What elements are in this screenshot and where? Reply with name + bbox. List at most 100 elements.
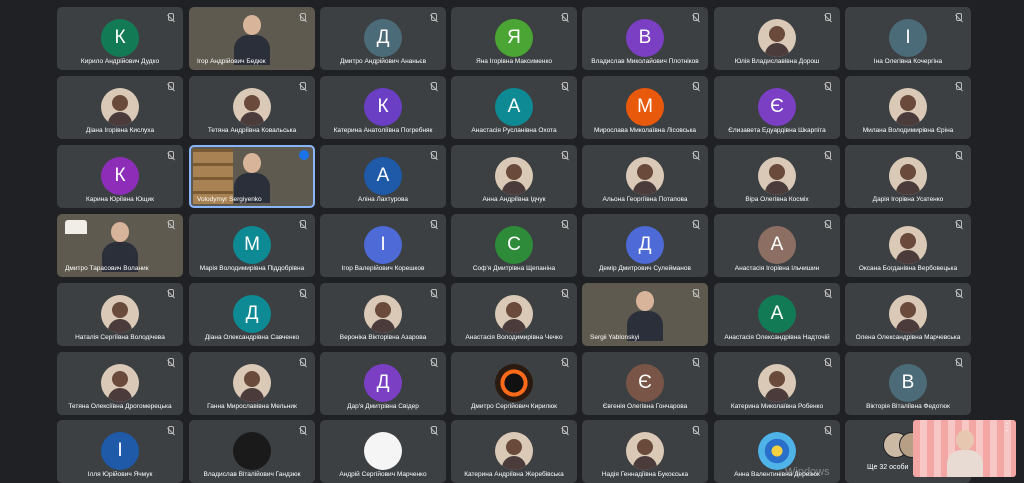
participant-name: Sergii Yablonskyi — [590, 334, 640, 341]
participant-tile[interactable]: Ігор Андрійович Бедюк — [189, 7, 315, 70]
avatar-initial: Д — [626, 226, 664, 264]
participant-tile[interactable]: Катерина Андріївна Жеребівська — [451, 420, 577, 483]
participant-tile[interactable]: Катерина Миколаївна Робенко — [714, 352, 840, 415]
self-view-video[interactable]: ⋮ — [913, 420, 1016, 477]
participant-tile[interactable]: Дмитро Тарасович Воланик — [57, 214, 183, 277]
mic-off-icon — [825, 151, 831, 159]
participant-name: Анастасія Олександрівна Надточій — [724, 334, 830, 341]
participant-tile[interactable]: Оксана Богданівна Вербовецька — [845, 214, 971, 277]
participant-name: Демір Дмитрович Сулейманов — [599, 265, 691, 272]
participant-name: Андрій Сергійович Марченко — [339, 471, 427, 478]
participant-tile[interactable]: Д Дар'я Дмитрівна Свідер — [320, 352, 446, 415]
mic-off-icon — [562, 220, 568, 228]
mic-off-icon — [300, 426, 306, 434]
participant-tile[interactable]: Надія Геннадіївна Букоєська — [582, 420, 708, 483]
participant-tile[interactable]: І Ігор Валерійович Корешков — [320, 214, 446, 277]
participant-name: Анастасія Русланівна Охота — [471, 127, 557, 134]
participant-name: Аліна Лахтурова — [357, 196, 409, 203]
participant-name: Кирило Андрійович Дудко — [80, 58, 160, 65]
avatar-initial: Є — [758, 88, 796, 126]
participant-tile[interactable]: Ганна Мирославівна Мельник — [189, 352, 315, 415]
participant-tile[interactable]: Анна Андріївна Ідчук — [451, 145, 577, 208]
participant-tile[interactable]: Милана Володимирівна Єріна — [845, 76, 971, 139]
mic-off-icon — [168, 358, 174, 366]
avatar-photo — [233, 88, 271, 126]
participant-tile[interactable]: Андрій Сергійович Марченко — [320, 420, 446, 483]
participant-name: Вероніка Вікторівна Азарова — [339, 334, 427, 341]
mic-off-icon — [562, 426, 568, 434]
participant-name: Дмитро Тарасович Воланик — [65, 265, 149, 272]
participant-tile[interactable]: Є Єлизавета Едуардівна Шкарпіта — [714, 76, 840, 139]
participant-tile[interactable]: Віра Олегівна Косміх — [714, 145, 840, 208]
participant-name: Іна Олегівна Кочергіна — [873, 58, 943, 65]
mic-off-icon — [168, 82, 174, 90]
participant-name: Надія Геннадіївна Букоєська — [601, 471, 689, 478]
participant-tile[interactable]: Д Демір Дмитрович Сулейманов — [582, 214, 708, 277]
participant-name: Олена Олександрівна Марчевська — [855, 334, 961, 341]
avatar-photo — [233, 364, 271, 402]
participant-tile[interactable]: К Кирило Андрійович Дудко — [57, 7, 183, 70]
mic-off-icon — [431, 426, 437, 434]
participant-tile[interactable]: Тетяна Андріївна Ковальська — [189, 76, 315, 139]
participant-name: Дарія Ігорівна Усатенко — [872, 196, 944, 203]
participant-tile[interactable]: І Ілля Юрійович Ячмук — [57, 420, 183, 483]
avatar-initial: А — [495, 88, 533, 126]
avatar-initial: К — [101, 19, 139, 57]
participant-tile[interactable]: К Карина Юріївна Ющик — [57, 145, 183, 208]
participant-tile[interactable]: Д Діана Олександрівна Савченко — [189, 283, 315, 346]
participant-tile[interactable]: М Мирослава Миколаївна Лісовська — [582, 76, 708, 139]
participant-tile[interactable]: А Анастасія Ігорівна Ільчишин — [714, 214, 840, 277]
participant-tile[interactable]: М Марія Володимирівна Піддобрівна — [189, 214, 315, 277]
participant-name: Єлизавета Едуардівна Шкарпіта — [728, 127, 826, 134]
avatar-initial: Є — [626, 364, 664, 402]
participant-name: Владислав Миколайович Плотніков — [591, 58, 699, 65]
participant-tile[interactable]: Наталія Сергіївна Володічева — [57, 283, 183, 346]
avatar-photo — [889, 88, 927, 126]
participant-tile[interactable]: Владислав Віталійович Гандзюк — [189, 420, 315, 483]
participant-tile[interactable]: В Владислав Миколайович Плотніков — [582, 7, 708, 70]
participant-tile[interactable]: Volodymyr Sergiyenko — [189, 145, 315, 208]
mic-off-icon — [300, 289, 306, 297]
participant-tile[interactable]: Анастасія Володимирівна Чечко — [451, 283, 577, 346]
participant-tile[interactable]: Вероніка Вікторівна Азарова — [320, 283, 446, 346]
participant-tile[interactable]: А Анастасія Русланівна Охота — [451, 76, 577, 139]
participant-name: Діана Ігорівна Кислуха — [85, 127, 155, 134]
mic-off-icon — [300, 82, 306, 90]
participant-name: Діана Олександрівна Савченко — [204, 334, 300, 341]
more-vert-icon[interactable]: ⋮ — [1002, 422, 1012, 433]
avatar-photo — [233, 432, 271, 470]
participant-name: Дмитро Сергійович Кирилюк — [471, 403, 557, 410]
participant-name: Ігор Валерійович Корешков — [341, 265, 425, 272]
participant-tile[interactable]: Альона Георгіївна Потапова — [582, 145, 708, 208]
avatar-initial: Д — [364, 364, 402, 402]
participant-video — [234, 151, 270, 203]
mic-off-icon — [825, 426, 831, 434]
participant-tile[interactable]: І Іна Олегівна Кочергіна — [845, 7, 971, 70]
avatar-initial: І — [889, 19, 927, 57]
participant-tile[interactable]: Діана Ігорівна Кислуха — [57, 76, 183, 139]
participant-tile[interactable]: А Аліна Лахтурова — [320, 145, 446, 208]
participant-tile[interactable]: С Соф'я Дмитрівна Щепаніна — [451, 214, 577, 277]
participant-tile[interactable]: Я Яна Ігорівна Максименко — [451, 7, 577, 70]
participant-name: Ганна Мирославівна Мельник — [207, 403, 297, 410]
mic-off-icon — [431, 289, 437, 297]
participant-tile[interactable]: Є Євгенія Олегівна Гончарова — [582, 352, 708, 415]
participant-tile[interactable]: Дарія Ігорівна Усатенко — [845, 145, 971, 208]
participant-tile[interactable]: К Катерина Анатоліївна Погребняк — [320, 76, 446, 139]
avatar-photo — [364, 432, 402, 470]
participant-tile[interactable]: Олена Олександрівна Марчевська — [845, 283, 971, 346]
participant-name: Соф'я Дмитрівна Щепаніна — [472, 265, 556, 272]
avatar-initial: М — [233, 226, 271, 264]
avatar-photo — [495, 432, 533, 470]
more-participants-label: Ще 32 особи — [867, 464, 909, 471]
participant-tile[interactable]: Юлія Владиславівна Дорош — [714, 7, 840, 70]
participant-tile[interactable]: В Вікторія Віталіївна Федотюк — [845, 352, 971, 415]
participant-tile[interactable]: Sergii Yablonskyi — [582, 283, 708, 346]
mic-off-icon — [825, 82, 831, 90]
mic-off-icon — [956, 82, 962, 90]
participant-tile[interactable]: Дмитро Сергійович Кирилюк — [451, 352, 577, 415]
participant-tile[interactable]: А Анастасія Олександрівна Надточій — [714, 283, 840, 346]
participant-name: Тетяна Андріївна Ковальська — [207, 127, 297, 134]
participant-tile[interactable]: Д Дмитро Андрійович Ананьєв — [320, 7, 446, 70]
participant-tile[interactable]: Тетяна Олексіївна Дрогомерецька — [57, 352, 183, 415]
